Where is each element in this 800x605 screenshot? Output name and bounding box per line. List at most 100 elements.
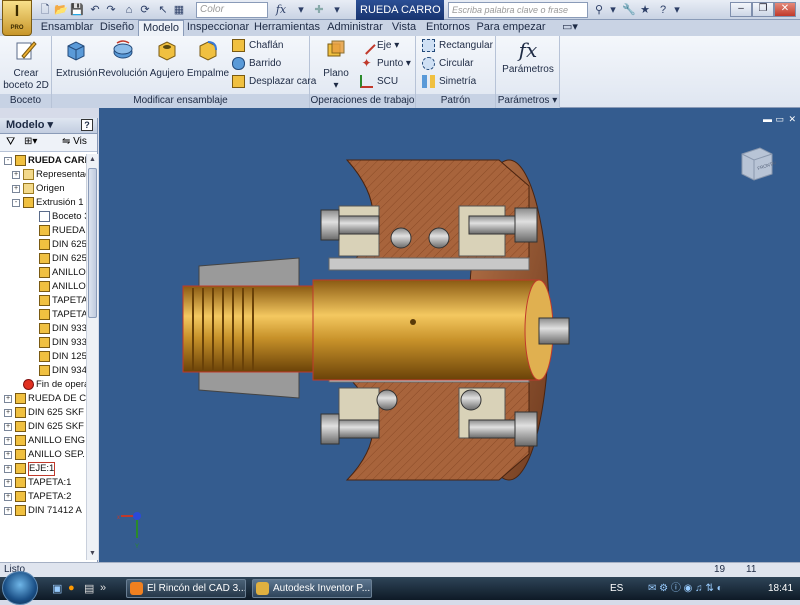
expand-icon[interactable]: + <box>4 493 12 501</box>
tree-item[interactable]: - Extrusión 1 <box>0 196 86 210</box>
bearing-ball[interactable] <box>390 227 412 249</box>
color-select[interactable]: Color <box>196 2 268 18</box>
binoculars-icon[interactable]: ⚲ <box>592 3 606 17</box>
minimize-button[interactable]: – <box>730 2 752 17</box>
shaft-body[interactable] <box>312 279 540 381</box>
dropdown-icon[interactable]: ▾ <box>294 3 308 17</box>
tree-item[interactable]: ANILLO <box>0 280 86 294</box>
bolt-head[interactable] <box>514 411 538 447</box>
tree-item[interactable]: DIN 933 <box>0 336 86 350</box>
tree-item[interactable]: + DIN 71412 A <box>0 504 86 518</box>
plano-button[interactable]: Plano ▾ <box>316 38 356 92</box>
home-icon[interactable]: ⌂ <box>122 3 136 17</box>
open-folder-icon[interactable]: 📂 <box>54 3 68 17</box>
collapse-icon[interactable]: - <box>12 199 20 207</box>
scu-button[interactable]: SCU <box>360 74 398 90</box>
language-indicator[interactable]: ES <box>610 577 623 600</box>
bolt-head[interactable] <box>320 209 340 241</box>
update-icon[interactable]: ⟳ <box>138 3 152 17</box>
expand-icon[interactable]: + <box>4 507 12 515</box>
tab-diseno[interactable]: Diseño <box>96 20 138 36</box>
expand-icon[interactable]: + <box>12 185 20 193</box>
expand-icon[interactable]: + <box>4 395 12 403</box>
expand-icon[interactable]: + <box>12 171 20 179</box>
browser-header[interactable]: Modelo ▾ ? <box>0 118 97 134</box>
tab-ensamblar[interactable]: Ensamblar <box>38 20 96 36</box>
add-icon[interactable]: ✚ <box>312 3 326 17</box>
filter-icon[interactable]: ⛛ <box>6 136 15 149</box>
help-icon[interactable]: ? <box>656 3 670 17</box>
tree-item[interactable]: + DIN 625 SKF <box>0 420 86 434</box>
empalme-button[interactable]: Empalme <box>186 38 230 80</box>
tree-item[interactable]: DIN 625 <box>0 238 86 252</box>
tools-icon[interactable]: 🔧 <box>622 3 636 17</box>
taskbar-item-browser[interactable]: El Rincón del CAD 3... <box>126 579 246 598</box>
scroll-up-icon[interactable]: ▲ <box>87 154 98 166</box>
material-icon[interactable]: ▦ <box>172 3 186 17</box>
desplazar-cara-button[interactable]: Desplazar cara <box>232 74 316 90</box>
browser-scrollbar[interactable]: ▲ ▼ <box>86 154 98 560</box>
graphics-viewport[interactable]: ▬ ▭ ✕ FRONTAL x Y <box>99 108 800 562</box>
tree-item[interactable]: ANILLO <box>0 266 86 280</box>
spacer-ring[interactable] <box>328 257 530 271</box>
expand-icon[interactable]: + <box>4 479 12 487</box>
tree-item[interactable]: + Representaci <box>0 168 86 182</box>
tray-icons[interactable]: ✉ ⚙ ⓘ ◉ ♫ ⇅ ◐ <box>648 577 723 600</box>
tree-item[interactable]: Fin de opera <box>0 378 86 392</box>
expand-icon[interactable]: + <box>4 423 12 431</box>
bolt-thread[interactable] <box>338 419 380 439</box>
bearing-ball[interactable] <box>376 389 398 411</box>
ribbon-options-icon[interactable]: ▭▾ <box>560 20 580 36</box>
visibility-button[interactable]: ⇋ Vis <box>62 136 87 147</box>
bearing-ball[interactable] <box>460 389 482 411</box>
agujero-button[interactable]: Agujero <box>148 38 186 80</box>
tree-item[interactable]: DIN 625 <box>0 252 86 266</box>
dropdown-icon[interactable]: ▾ <box>330 3 344 17</box>
rectangular-button[interactable]: Rectangular <box>422 38 493 54</box>
eje-button[interactable]: Eje ▾ <box>357 36 399 55</box>
tree-item[interactable]: TAPETA <box>0 294 86 308</box>
bolt-thread[interactable] <box>338 215 380 235</box>
tab-administrar[interactable]: Administrar <box>324 20 386 36</box>
undo-icon[interactable]: ↶ <box>88 3 102 17</box>
browser-help-icon[interactable]: ? <box>81 119 93 131</box>
tab-vista[interactable]: Vista <box>388 20 420 36</box>
tab-modelo[interactable]: Modelo <box>138 20 184 36</box>
tab-entornos[interactable]: Entornos <box>422 20 474 36</box>
firefox-icon[interactable]: ● <box>68 582 75 594</box>
assembly-model[interactable] <box>99 108 800 562</box>
tree-item[interactable]: Boceto 3 <box>0 210 86 224</box>
tree-item[interactable]: DIN 934 <box>0 364 86 378</box>
expand-icon[interactable]: + <box>4 451 12 459</box>
tree-item[interactable]: RUEDA D <box>0 224 86 238</box>
chaflan-button[interactable]: Chaflán <box>232 38 283 54</box>
bolt-head[interactable] <box>514 207 538 243</box>
tree-item[interactable]: + Origen <box>0 182 86 196</box>
fx-icon[interactable]: fx <box>274 3 288 17</box>
scroll-thumb[interactable] <box>88 168 97 318</box>
hierarchy-icon[interactable]: ⊞▾ <box>24 136 37 147</box>
bolt-head[interactable] <box>320 413 340 445</box>
tree-item[interactable]: + DIN 625 SKF <box>0 406 86 420</box>
tab-herramientas[interactable]: Herramientas <box>254 20 320 36</box>
collapse-icon[interactable]: - <box>4 157 12 165</box>
clock[interactable]: 18:41 <box>768 577 793 600</box>
tree-item[interactable]: DIN 125 <box>0 350 86 364</box>
close-button[interactable]: ✕ <box>774 2 796 17</box>
parametros-button[interactable]: fx Parámetros <box>500 38 556 76</box>
grease-nipple[interactable] <box>538 317 570 345</box>
select-icon[interactable]: ↖ <box>156 3 170 17</box>
punto-button[interactable]: ✦ Punto ▾ <box>360 56 410 72</box>
tree-item[interactable]: + TAPETA:1 <box>0 476 86 490</box>
bolt-thread[interactable] <box>468 419 516 439</box>
tree-item[interactable]: DIN 933 <box>0 322 86 336</box>
bolt-thread[interactable] <box>468 215 516 235</box>
tree-item[interactable]: + ANILLO SEP. <box>0 448 86 462</box>
tree-item[interactable]: + TAPETA:2 <box>0 490 86 504</box>
tab-para-empezar[interactable]: Para empezar <box>476 20 546 36</box>
tree-item[interactable]: + ANILLO ENG <box>0 434 86 448</box>
expand-icon[interactable]: + <box>4 409 12 417</box>
barrido-button[interactable]: Barrido <box>232 56 281 72</box>
new-file-icon[interactable]: 🗋 <box>38 3 52 17</box>
tree-item[interactable]: TAPETA <box>0 308 86 322</box>
